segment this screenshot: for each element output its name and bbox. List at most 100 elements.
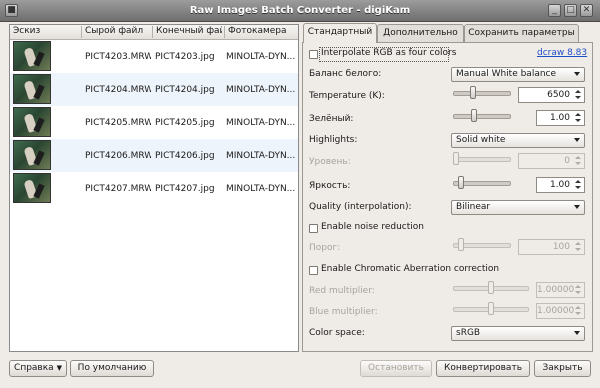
color-space-combo[interactable]: sRGB [451,326,585,341]
slider-handle[interactable] [470,86,476,99]
thumbnail-image [13,41,51,71]
thumbnail-image [13,107,51,137]
thumbnail-image [13,74,51,104]
level-label: Уровень: [309,157,351,167]
chevron-down-icon [574,205,580,209]
chromatic-aberration-checkbox[interactable] [309,266,318,275]
raw-file-name: PICT4205.MRW [85,118,151,128]
red-multiplier-value: 1.00000 [537,285,575,295]
temperature-label: Temperature (K): [309,91,385,101]
slider-handle [453,152,459,165]
column-separator[interactable] [224,26,225,38]
green-label: Зелёный: [309,114,354,124]
column-header-thumbnail[interactable]: Эскиз [13,26,79,36]
slider-handle [458,238,464,251]
white-balance-combo[interactable]: Manual White balance [451,67,585,82]
convert-button[interactable]: Конвертировать [436,360,530,377]
quality-combo[interactable]: Bilinear [451,200,585,215]
thumbnail-image [13,140,51,170]
defaults-button[interactable]: По умолчанию [70,360,154,377]
tab-save-settings[interactable]: Сохранить параметры [464,24,579,42]
column-header-raw-file[interactable]: Сырой файл [85,26,150,36]
level-value: 0 [564,156,570,166]
brightness-slider[interactable] [453,175,511,191]
level-spinbox: 0 [518,153,585,169]
stop-button: Остановить [360,360,432,377]
threshold-slider [453,237,511,253]
column-header-camera[interactable]: Фотокамера [228,26,296,36]
slider-handle [488,302,494,315]
dcraw-version-link[interactable]: dcraw 8.83 [537,48,587,58]
target-file-name: PICT4205.jpg [155,118,215,128]
slider-handle[interactable] [471,109,477,122]
chevron-down-icon [574,138,580,142]
chromatic-aberration-label[interactable]: Enable Chromatic Aberration correction [321,264,499,274]
white-balance-label: Баланс белого: [309,69,382,79]
spin-down-icon [573,311,583,317]
raw-file-name: PICT4204.MRW [85,85,151,95]
target-file-name: PICT4206.jpg [155,151,215,161]
target-file-name: PICT4207.jpg [155,184,215,194]
spin-down-icon[interactable] [573,185,583,191]
file-row[interactable]: PICT4203.MRW PICT4203.jpg MINOLTA-DYN... [10,40,298,73]
raw-file-name: PICT4203.MRW [85,52,151,62]
chevron-down-icon: ▼ [56,364,62,372]
quality-value: Bilinear [456,202,491,212]
threshold-label: Порог: [309,243,341,253]
file-list-panel[interactable]: Эскиз Сырой файл Конечный файл Фотокамер… [9,24,299,352]
blue-multiplier-spinbox: 1.00000 [536,303,585,319]
noise-reduction-label[interactable]: Enable noise reduction [321,222,424,232]
interpolate-rgb-checkbox[interactable] [309,50,318,59]
spin-down-icon [573,290,583,296]
temperature-slider[interactable] [453,85,511,101]
interpolate-rgb-label[interactable]: Interpolate RGB as four colors [321,48,456,58]
highlights-combo[interactable]: Solid white [451,133,585,148]
red-multiplier-spinbox: 1.00000 [536,282,585,298]
settings-panel: Стандартный Дополнительно Сохранить пара… [302,23,593,352]
spin-down-icon [573,247,583,253]
white-balance-value: Manual White balance [456,69,557,79]
slider-handle[interactable] [458,176,464,189]
red-multiplier-slider [453,280,529,296]
threshold-value: 100 [552,242,570,252]
camera-name: MINOLTA-DYN... [226,52,296,62]
close-icon[interactable]: ✕ [580,4,593,17]
temperature-spinbox[interactable]: 6500 [518,87,585,103]
red-multiplier-label: Red multiplier: [309,286,375,296]
tab-advanced[interactable]: Дополнительно [377,24,464,42]
camera-name: MINOLTA-DYN... [226,118,296,128]
close-button[interactable]: Закрыть [534,360,591,377]
file-row[interactable]: PICT4205.MRW PICT4205.jpg MINOLTA-DYN... [10,106,298,139]
tab-content-standard: Interpolate RGB as four colors dcraw 8.8… [302,42,593,352]
tab-standard[interactable]: Стандартный [303,23,377,43]
column-header-target-file[interactable]: Конечный файл [156,26,222,36]
spin-down-icon[interactable] [573,118,583,124]
green-spinbox[interactable]: 1.00 [536,110,585,126]
column-separator[interactable] [81,26,82,38]
camera-name: MINOLTA-DYN... [226,151,296,161]
quality-label: Quality (interpolation): [309,202,412,212]
temperature-value: 6500 [547,90,570,100]
color-space-value: sRGB [456,328,481,338]
green-slider[interactable] [453,108,511,124]
camera-name: MINOLTA-DYN... [226,184,296,194]
column-separator[interactable] [152,26,153,38]
spin-down-icon[interactable] [573,95,583,101]
file-row[interactable]: PICT4204.MRW PICT4204.jpg MINOLTA-DYN... [10,73,298,106]
level-slider [453,151,511,167]
noise-reduction-checkbox[interactable] [309,224,318,233]
brightness-value: 1.00 [549,180,570,190]
green-value: 1.00 [549,113,570,123]
help-button[interactable]: Справка ▼ [9,360,67,377]
file-row[interactable]: PICT4207.MRW PICT4207.jpg MINOLTA-DYN... [10,172,298,205]
minimize-icon[interactable]: _ [548,4,561,17]
maximize-icon[interactable]: □ [564,4,577,17]
spin-down-icon [573,161,583,167]
window-titlebar[interactable]: ■ Raw Images Batch Converter - digiKam _… [0,0,600,22]
chevron-down-icon [574,331,580,335]
file-row[interactable]: PICT4206.MRW PICT4206.jpg MINOLTA-DYN... [10,139,298,172]
camera-name: MINOLTA-DYN... [226,85,296,95]
brightness-spinbox[interactable]: 1.00 [536,177,585,193]
highlights-label: Highlights: [309,135,358,145]
raw-file-name: PICT4207.MRW [85,184,151,194]
